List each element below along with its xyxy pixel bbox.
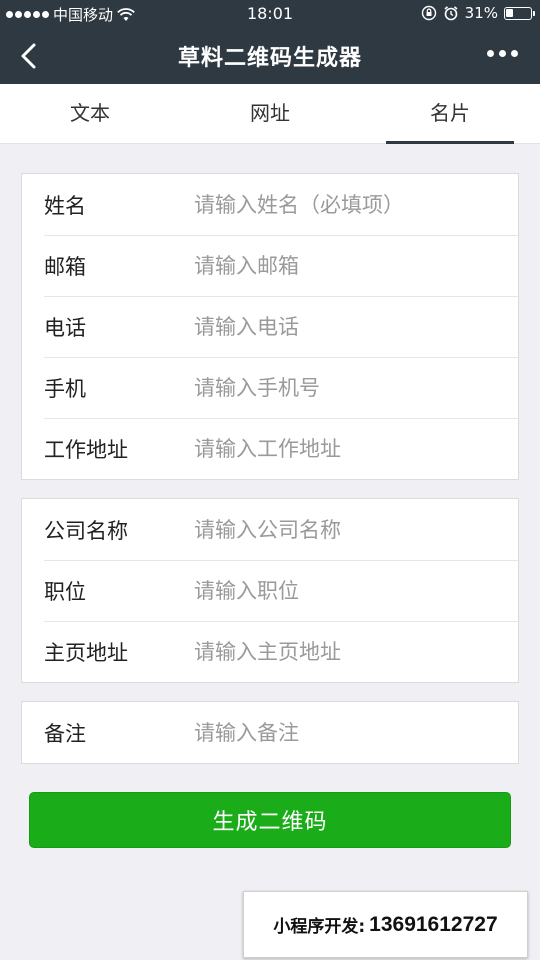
phone-input[interactable] [194, 306, 518, 347]
name-label: 姓名 [44, 193, 86, 218]
alarm-icon [444, 6, 458, 21]
tab-text[interactable]: 文本 [0, 84, 180, 143]
work-address-label: 工作地址 [44, 437, 128, 462]
phone-row: 电话 [22, 296, 518, 357]
status-right: 31% [421, 4, 535, 22]
position-row: 职位 [22, 560, 518, 621]
name-input[interactable] [194, 184, 518, 225]
mobile-input[interactable] [194, 367, 518, 408]
battery-icon [504, 6, 535, 20]
phone-label: 电话 [44, 315, 86, 340]
contact-banner: 小程序开发: 13691612727 [243, 891, 528, 958]
battery-level [506, 8, 513, 17]
mobile-label: 手机 [44, 376, 86, 401]
contact-label: 小程序开发: [273, 917, 366, 937]
personal-info-group: 姓名 邮箱 电话 手机 工作地址 [21, 173, 519, 480]
company-info-group: 公司名称 职位 主页地址 [21, 498, 519, 683]
rotation-lock-icon [421, 5, 436, 21]
name-row: 姓名 [22, 174, 518, 235]
homepage-input[interactable] [194, 631, 518, 672]
email-label: 邮箱 [44, 254, 86, 279]
generate-qrcode-button[interactable]: 生成二维码 [29, 792, 511, 848]
email-input[interactable] [194, 245, 518, 286]
notes-row: 备注 [22, 702, 518, 763]
status-bar: 中国移动 18:01 31% [0, 0, 540, 28]
tab-url[interactable]: 网址 [180, 84, 360, 143]
homepage-label: 主页地址 [44, 640, 128, 665]
contact-number: 13691612727 [369, 912, 498, 936]
page-title: 草料二维码生成器 [177, 46, 362, 71]
notes-input[interactable] [194, 712, 518, 753]
homepage-row: 主页地址 [22, 621, 518, 682]
battery-percent: 31% [464, 4, 498, 22]
email-row: 邮箱 [22, 235, 518, 296]
work-address-row: 工作地址 [22, 418, 518, 479]
work-address-input[interactable] [194, 428, 518, 469]
notes-group: 备注 [21, 701, 519, 764]
tab-bar: 文本 网址 名片 [0, 84, 540, 144]
position-label: 职位 [44, 579, 86, 604]
tab-business-card[interactable]: 名片 [360, 84, 540, 144]
company-name-input[interactable] [194, 509, 518, 550]
nav-bar: 草料二维码生成器 [0, 28, 540, 84]
company-name-row: 公司名称 [22, 499, 518, 560]
more-dots-icon[interactable] [487, 50, 518, 57]
mobile-row: 手机 [22, 357, 518, 418]
notes-label: 备注 [44, 721, 86, 746]
company-name-label: 公司名称 [44, 518, 128, 543]
position-input[interactable] [194, 570, 518, 611]
